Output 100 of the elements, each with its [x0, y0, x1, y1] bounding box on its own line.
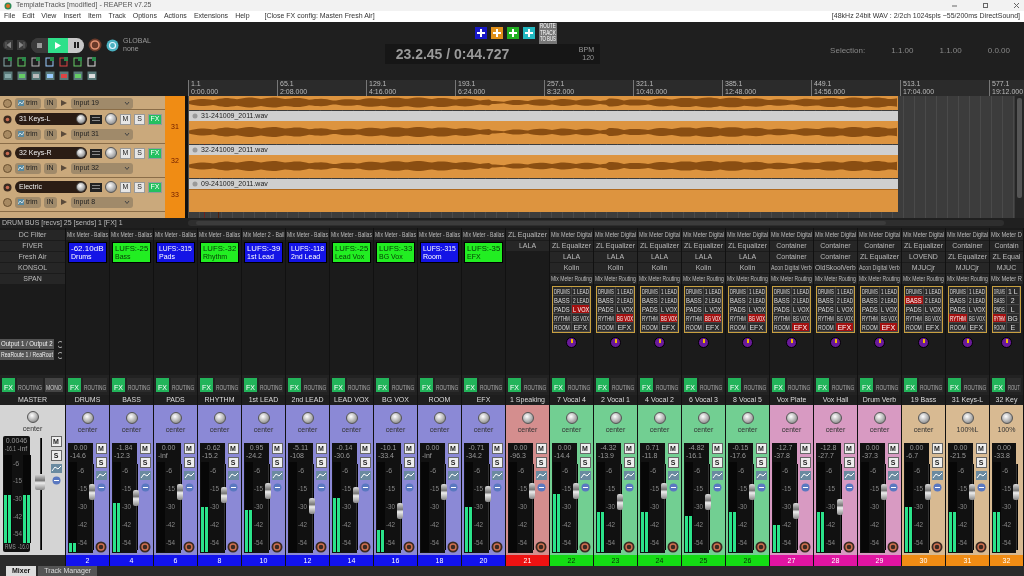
phase-icon[interactable] — [976, 483, 986, 492]
fader-thumb[interactable] — [397, 502, 403, 519]
pan-knob[interactable] — [257, 411, 270, 424]
pan-knob[interactable] — [81, 411, 94, 424]
fader-thumb[interactable] — [617, 493, 623, 510]
pan-knob[interactable] — [829, 411, 842, 424]
fx-knob[interactable] — [654, 337, 665, 348]
tool-icon[interactable] — [31, 71, 41, 81]
envelope-icon[interactable] — [931, 471, 943, 480]
volume-knob[interactable] — [76, 182, 86, 192]
fader-track[interactable] — [792, 462, 800, 552]
pan-knob[interactable] — [609, 411, 622, 424]
fader-track[interactable] — [924, 462, 932, 552]
monitor-icon[interactable] — [59, 130, 68, 138]
record-arm-button[interactable] — [887, 541, 899, 553]
fader-track[interactable] — [968, 462, 976, 552]
skip-back-button[interactable] — [3, 40, 13, 50]
pause-button[interactable] — [68, 37, 84, 53]
pan-knob[interactable] — [785, 411, 798, 424]
horizontal-scrollbar[interactable] — [186, 219, 1006, 227]
fx-knob[interactable] — [698, 337, 709, 348]
record-arm-button[interactable] — [491, 541, 503, 553]
envelope-icon[interactable] — [711, 471, 723, 480]
add-track-button[interactable] — [491, 27, 503, 39]
fader-thumb[interactable] — [441, 484, 447, 501]
fx-knob[interactable] — [786, 337, 797, 348]
fader-track[interactable] — [176, 462, 184, 552]
record-arm-button[interactable] — [975, 541, 987, 553]
envelope-icon[interactable] — [447, 471, 459, 480]
fader-track[interactable] — [352, 462, 360, 552]
fader-track[interactable] — [660, 462, 668, 552]
fader-thumb[interactable] — [749, 484, 755, 501]
phase-icon[interactable] — [51, 476, 61, 485]
close-icon[interactable] — [1013, 2, 1020, 9]
record-arm-button[interactable] — [403, 541, 415, 553]
fader-track[interactable] — [1012, 462, 1020, 552]
fader-track[interactable] — [704, 462, 712, 552]
fader-track[interactable] — [308, 462, 316, 552]
selection-start[interactable]: 1.1.00 — [891, 46, 914, 56]
envelope-icon[interactable] — [271, 471, 283, 480]
envelope-icon[interactable] — [623, 471, 635, 480]
phase-icon[interactable] — [888, 483, 898, 492]
repeat-button[interactable] — [106, 38, 119, 52]
envelope-icon[interactable] — [491, 471, 503, 480]
pan-knob[interactable] — [345, 411, 358, 424]
phase-icon[interactable] — [712, 483, 722, 492]
phase-icon[interactable] — [492, 483, 502, 492]
fx-knob[interactable] — [1001, 337, 1012, 348]
pan-knob[interactable] — [521, 411, 534, 424]
phase-icon[interactable] — [580, 483, 590, 492]
record-arm-button[interactable] — [3, 114, 12, 124]
phase-icon[interactable] — [360, 483, 370, 492]
record-arm-button[interactable] — [227, 541, 239, 553]
envelope-icon[interactable] — [359, 471, 371, 480]
phase-icon[interactable] — [668, 483, 678, 492]
tool-icon[interactable] — [17, 57, 27, 67]
tool-icon[interactable] — [45, 57, 55, 67]
volume-knob[interactable] — [76, 148, 86, 158]
fx-knob[interactable] — [918, 337, 929, 348]
record-arm-button[interactable] — [843, 541, 855, 553]
phase-icon[interactable] — [448, 483, 458, 492]
record-arm-button[interactable] — [799, 541, 811, 553]
record-arm-button[interactable] — [3, 148, 12, 158]
fader-thumb[interactable] — [353, 487, 359, 504]
volume-knob[interactable] — [76, 114, 86, 124]
tool-icon[interactable] — [73, 71, 83, 81]
envelope-icon[interactable] — [183, 471, 195, 480]
record-arm-button[interactable] — [711, 541, 723, 553]
record-arm-button[interactable] — [931, 541, 943, 553]
fader-track[interactable] — [616, 462, 624, 552]
phase-icon[interactable] — [184, 483, 194, 492]
fader-thumb[interactable] — [573, 482, 579, 499]
envelope-icon[interactable] — [95, 471, 107, 480]
fader-thumb[interactable] — [969, 484, 975, 501]
fader-thumb[interactable] — [837, 499, 843, 516]
record-arm-button[interactable] — [271, 541, 283, 553]
envelope-icon[interactable] — [403, 471, 415, 480]
phase-icon[interactable] — [624, 483, 634, 492]
fader-track[interactable] — [572, 462, 580, 552]
fader-thumb[interactable] — [705, 493, 711, 510]
record-arm-button[interactable] — [3, 182, 12, 192]
envelope-icon[interactable] — [755, 471, 767, 480]
tool-icon[interactable] — [17, 71, 27, 81]
fader-thumb[interactable] — [35, 474, 45, 490]
pan-knob[interactable] — [873, 411, 886, 424]
fader-thumb[interactable] — [309, 497, 315, 514]
record-arm-button[interactable] — [95, 541, 107, 553]
skip-forward-button[interactable] — [17, 40, 27, 50]
pan-knob[interactable] — [301, 411, 314, 424]
fader-track[interactable] — [484, 462, 492, 552]
pan-knob[interactable] — [477, 411, 490, 424]
envelope-icon[interactable] — [579, 471, 591, 480]
tool-icon[interactable] — [3, 71, 13, 81]
pan-knob[interactable] — [105, 181, 117, 193]
phase-icon[interactable] — [404, 483, 414, 492]
fx-knob[interactable] — [610, 337, 621, 348]
media-item[interactable] — [189, 96, 898, 110]
fader-track[interactable] — [132, 462, 140, 552]
tool-icon[interactable] — [45, 71, 55, 81]
record-arm-button[interactable] — [359, 541, 371, 553]
